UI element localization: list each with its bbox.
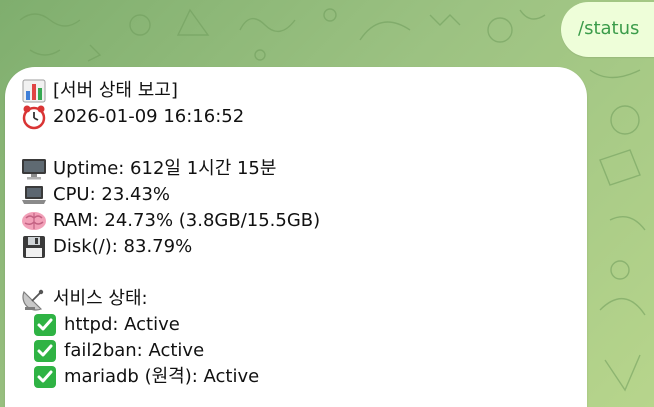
service-fail2ban: fail2ban: Active: [64, 340, 205, 361]
laptop-icon: [19, 182, 49, 208]
services-header: 서비스 상태:: [53, 288, 148, 309]
satellite-dish-icon: [19, 286, 49, 312]
check-mark-icon: [30, 364, 60, 390]
outgoing-message-bubble[interactable]: /status: [561, 2, 654, 57]
outgoing-message-text: /status: [578, 18, 640, 39]
service-httpd-line: httpd: Active: [30, 312, 180, 338]
report-title-line: [서버 상태 보고]: [19, 78, 178, 104]
metric-disk-line: Disk(/): 83.79%: [19, 234, 192, 260]
metric-uptime-line: Uptime: 612일 1시간 15분: [19, 156, 276, 182]
metric-disk: Disk(/): 83.79%: [53, 236, 193, 257]
metric-cpu-line: CPU: 23.43%: [19, 182, 170, 208]
incoming-message-bubble[interactable]: [서버 상태 보고] 2026-01-09 16:16:52 Uptime: 6…: [5, 67, 587, 407]
report-timestamp-line: 2026-01-09 16:16:52: [19, 104, 244, 130]
service-fail2ban-line: fail2ban: Active: [30, 338, 204, 364]
floppy-disk-icon: [19, 234, 49, 260]
check-mark-icon: [30, 312, 60, 338]
metric-cpu: CPU: 23.43%: [53, 184, 171, 205]
report-title: [서버 상태 보고]: [53, 80, 178, 101]
service-mariadb-line: mariadb (원격): Active: [30, 364, 259, 390]
bar-chart-icon: [19, 78, 49, 104]
service-mariadb: mariadb (원격): Active: [64, 366, 260, 387]
service-httpd: httpd: Active: [64, 314, 180, 335]
metric-uptime: Uptime: 612일 1시간 15분: [53, 158, 277, 179]
services-header-line: 서비스 상태:: [19, 286, 148, 312]
brain-icon: [19, 208, 49, 234]
report-timestamp: 2026-01-09 16:16:52: [53, 106, 245, 127]
alarm-clock-icon: [19, 104, 49, 130]
desktop-computer-icon: [19, 156, 49, 182]
metric-ram: RAM: 24.73% (3.8GB/15.5GB): [53, 210, 321, 231]
check-mark-icon: [30, 338, 60, 364]
metric-ram-line: RAM: 24.73% (3.8GB/15.5GB): [19, 208, 320, 234]
